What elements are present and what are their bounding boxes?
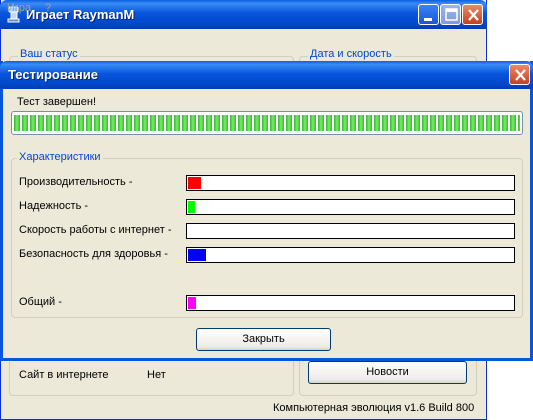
maximize-icon [445,8,458,21]
main-window-title: Играет RaymanM [26,7,135,22]
close-button[interactable]: Закрыть [196,328,331,351]
menu-game[interactable]: Игра [7,2,31,14]
site-label: Сайт в интернете [19,369,109,381]
metric-label-internet-speed: Скорость работы с интернет - [19,224,172,236]
metric-fill-health-safety [188,249,206,261]
characteristics-group-label: Характеристики [17,151,103,163]
site-value: Нет [147,369,166,381]
minimize-button[interactable] [418,4,439,25]
metric-fill-overall [188,297,196,309]
menu-help[interactable]: ? [45,2,51,14]
minimize-icon [424,18,432,21]
status-group-label: Ваш статус [18,48,80,60]
metric-fill-reliability [188,201,195,213]
test-progress-fill [14,115,520,131]
dialog-title: Тестирование [8,67,98,82]
metric-bar-performance [186,175,515,191]
metric-bar-reliability [186,199,515,215]
metric-bar-internet-speed [186,223,515,239]
metric-label-reliability: Надежность - [19,200,89,212]
metric-bar-health-safety [186,247,515,263]
metric-bar-overall [186,295,515,311]
close-icon [515,69,526,81]
version-text: Компьютерная эволюция v1.6 Build 800 [273,402,475,414]
date-speed-group-label: Дата и скорость [308,48,394,60]
metric-label-health-safety: Безопасность для здоровья - [19,248,168,260]
menu-bar [1,29,486,47]
maximize-button[interactable] [440,4,461,25]
news-button[interactable]: Новости [308,361,467,384]
test-progress-bar [11,111,523,135]
close-icon [468,9,479,21]
main-close-button[interactable] [462,4,483,25]
metric-label-overall: Общий - [19,296,62,308]
metric-label-performance: Производительность - [19,176,133,188]
metric-fill-performance [188,177,201,189]
test-status-text: Тест завершен! [17,96,97,108]
dialog-close-button[interactable] [509,64,530,85]
